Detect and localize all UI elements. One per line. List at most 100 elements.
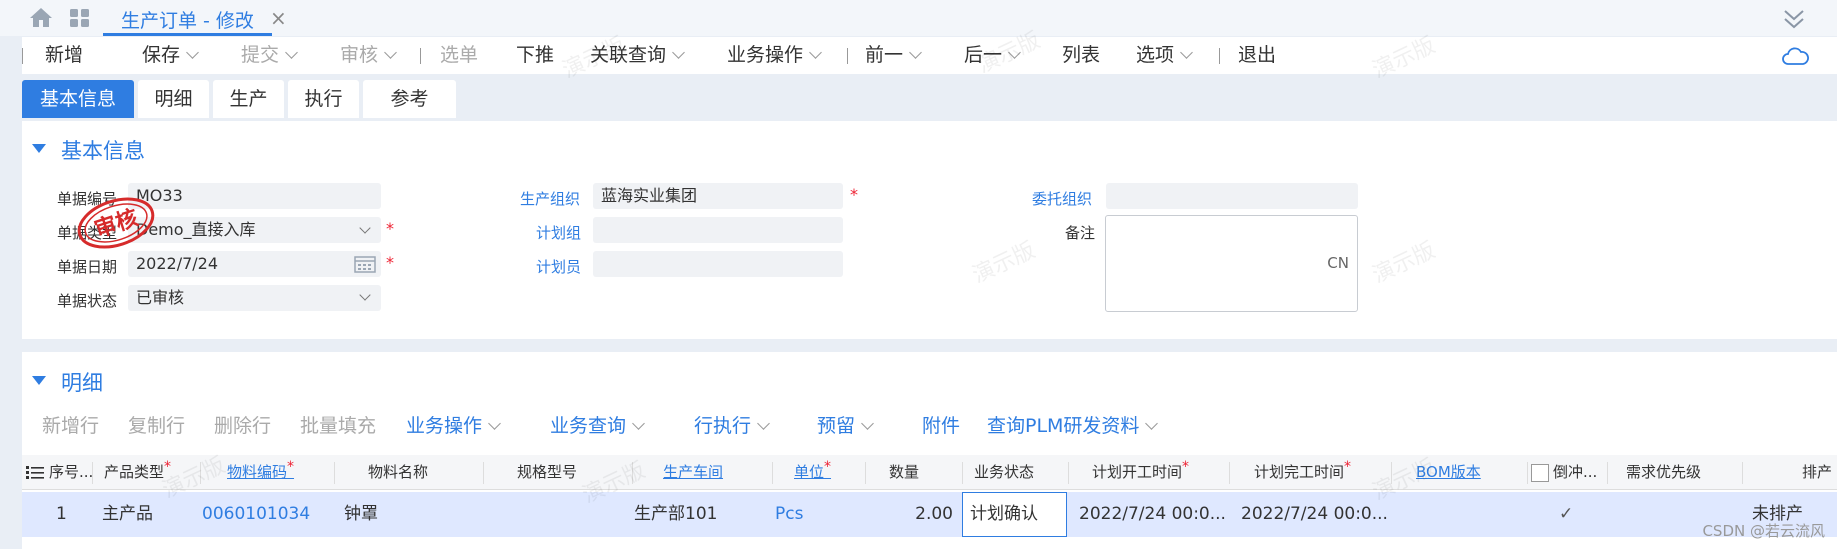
chevron-down-icon[interactable] [632,417,645,430]
submit-button[interactable]: 提交 [241,37,298,74]
cell-material-name[interactable]: 钟罩 [344,492,378,537]
chevron-down-icon[interactable] [1145,417,1159,430]
required-mark: * [386,219,394,238]
tab-detail[interactable]: 明细 [138,80,209,118]
col-material-code[interactable]: 物料编码* [227,455,294,490]
row-business-operation-button[interactable]: 业务操作 [406,412,501,440]
cell-unit[interactable]: Pcs [775,492,803,537]
toolbar-separator [22,48,23,64]
chevron-down-icon[interactable] [488,417,501,430]
col-backflush[interactable]: 倒冲... [1553,455,1597,490]
select-bill-button[interactable]: 选单 [440,37,478,74]
detail-title: 明细 [61,371,103,395]
save-button[interactable]: 保存 [142,37,199,74]
remark-textarea[interactable]: CN [1105,215,1358,312]
business-operation-button[interactable]: 业务操作 [727,37,822,74]
prd-org-field[interactable]: 蓝海实业集团 [593,183,843,209]
window-tabbar: 生产订单 - 修改 × [0,0,1837,36]
apps-icon[interactable] [68,6,92,30]
previous-button[interactable]: 前一 [865,37,922,74]
chevron-down-icon[interactable] [285,46,298,59]
exit-button[interactable]: 退出 [1238,37,1276,74]
chevron-down-icon[interactable] [757,417,770,430]
plan-group-label[interactable]: 计划组 [536,222,581,243]
tab-title: 生产订单 - 修改 [121,10,254,32]
language-indicator[interactable]: CN [1327,254,1349,272]
detail-grid-header: 序号... 产品类型* 物料编码* 物料名称 规格型号 生产车间 单位* 数量 … [22,455,1837,490]
push-down-button[interactable]: 下推 [516,37,554,74]
list-button[interactable]: 列表 [1062,37,1100,74]
chevron-down-icon[interactable] [861,417,874,430]
tab-close-icon[interactable]: × [270,6,287,30]
calendar-icon[interactable] [354,255,376,273]
business-query-button[interactable]: 业务查询 [550,412,645,440]
bill-date-field[interactable]: 2022/7/24 [128,251,381,277]
toolbar-separator [420,48,421,64]
col-plan-finish[interactable]: 计划完工时间* [1254,455,1351,490]
chevron-down-icon[interactable] [809,46,822,59]
cell-biz-status-selected[interactable]: 计划确认 [962,492,1067,537]
collapse-triangle-icon[interactable] [32,376,46,385]
plan-group-field[interactable] [593,217,843,243]
home-icon[interactable] [28,5,54,29]
bill-status-select[interactable]: 已审核 [128,285,381,311]
tab-production-order-edit[interactable]: 生产订单 - 修改 [103,2,272,36]
cloud-icon[interactable] [1781,46,1809,66]
cell-workshop[interactable]: 生产部101 [634,492,717,537]
footer-credit: CSDN @若云流风 [1702,522,1825,540]
col-workshop[interactable]: 生产车间 [663,455,723,490]
tab-production[interactable]: 生产 [213,80,284,118]
batch-fill-button[interactable]: 批量填充 [300,412,376,440]
double-chevron-down-icon[interactable] [1781,6,1807,32]
collapse-triangle-icon[interactable] [32,144,46,153]
query-plm-button[interactable]: 查询PLM研发资料 [987,412,1159,440]
col-seq[interactable]: 序号... [49,455,93,490]
delete-row-button[interactable]: 删除行 [214,412,271,440]
toolbar-separator [847,48,848,64]
add-row-button[interactable]: 新增行 [42,412,99,440]
reserve-button[interactable]: 预留 [817,412,874,440]
required-mark: * [386,253,394,272]
audit-button[interactable]: 审核 [340,37,397,74]
toolbar-separator [1219,48,1220,64]
attachment-button[interactable]: 附件 [922,412,960,440]
copy-row-button[interactable]: 复制行 [128,412,185,440]
cell-material-code[interactable]: 0060101034 [202,492,310,537]
col-material-name[interactable]: 物料名称 [368,455,428,490]
new-button[interactable]: 新增 [45,37,83,74]
planner-field[interactable] [593,251,843,277]
entrust-org-label[interactable]: 委托组织 [1032,188,1092,209]
cell-plan-start[interactable]: 2022/7/24 00:0... [1079,492,1226,537]
row-execute-button[interactable]: 行执行 [694,412,770,440]
bill-type-select[interactable]: Demo_直接入库 [128,217,381,243]
prd-org-label[interactable]: 生产组织 [520,188,580,209]
cell-biz-status[interactable]: 计划确认 [970,493,1038,535]
chevron-down-icon[interactable] [909,46,922,59]
chevron-down-icon[interactable] [1180,46,1193,59]
tab-reference[interactable]: 参考 [363,80,456,118]
chevron-down-icon[interactable] [384,46,397,59]
column-settings-icon[interactable] [26,465,44,481]
col-plan-start[interactable]: 计划开工时间* [1092,455,1189,490]
cell-qty[interactable]: 2.00 [889,492,953,537]
col-biz-status[interactable]: 业务状态 [974,455,1034,490]
tab-execution[interactable]: 执行 [288,80,359,118]
cell-product-type[interactable]: 主产品 [102,492,153,537]
col-qty[interactable]: 数量 [889,455,919,490]
svg-text:审核: 审核 [91,205,141,243]
col-spec[interactable]: 规格型号 [517,455,577,490]
chevron-down-icon[interactable] [186,46,199,59]
planner-label[interactable]: 计划员 [536,256,581,277]
chevron-down-icon[interactable] [672,46,685,59]
col-priority[interactable]: 需求优先级 [1626,455,1701,490]
cell-seq[interactable]: 1 [56,492,67,537]
options-button[interactable]: 选项 [1136,37,1193,74]
backflush-header-checkbox[interactable] [1531,464,1549,482]
bill-no-field[interactable]: MO33 [128,183,381,209]
cell-plan-finish[interactable]: 2022/7/24 00:0... [1241,492,1388,537]
col-schedule[interactable]: 排产 [1802,455,1832,490]
col-unit[interactable]: 单位* [794,455,831,490]
cell-backflush-check[interactable]: ✓ [1559,492,1573,537]
entrust-org-field[interactable] [1106,183,1358,209]
tab-basic-info[interactable]: 基本信息 [22,80,134,118]
